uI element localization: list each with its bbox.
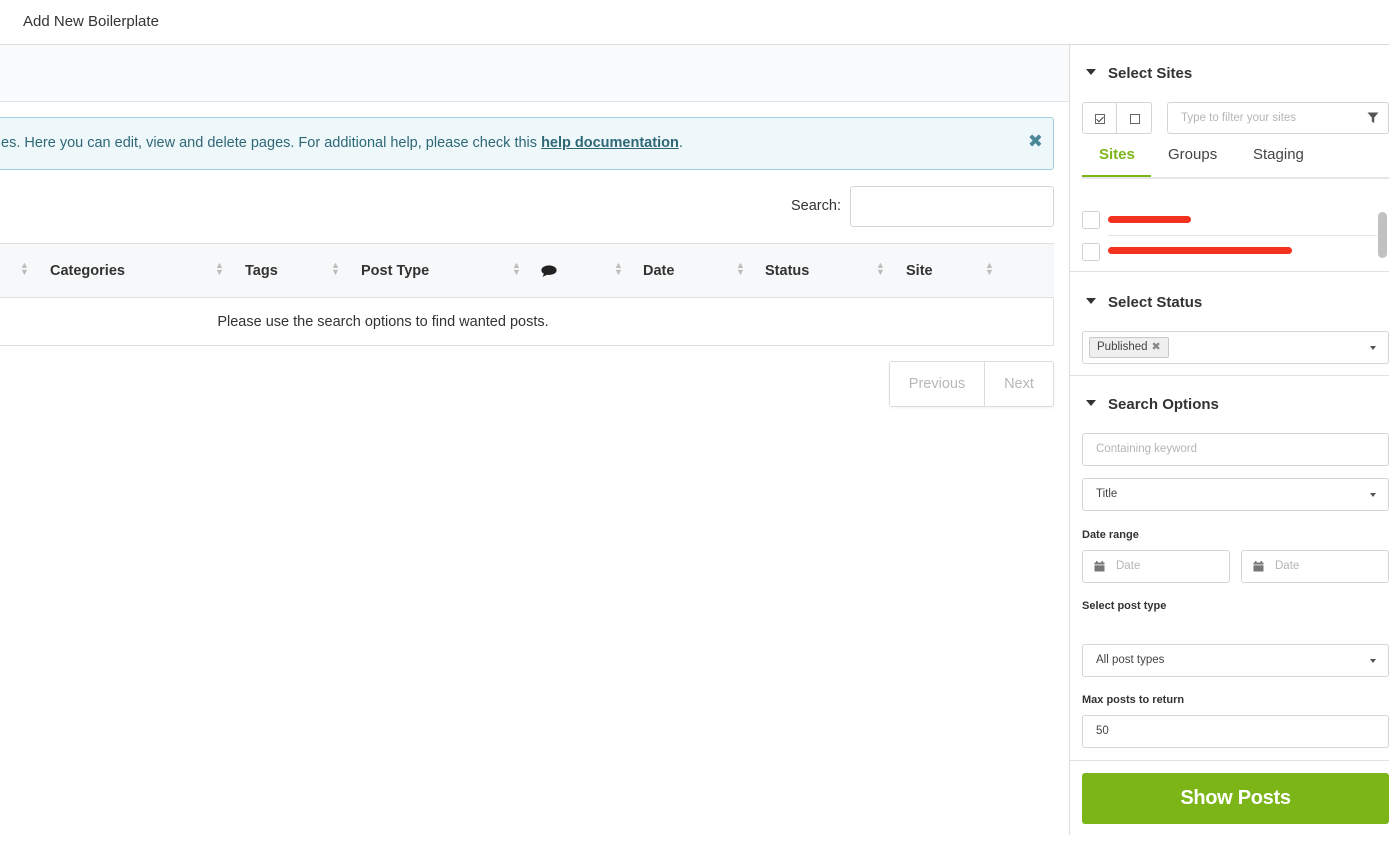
column-header-categories[interactable]: Categories — [50, 263, 125, 279]
section-divider — [1070, 375, 1389, 376]
calendar-icon — [1253, 561, 1264, 572]
select-all-group — [1082, 102, 1152, 134]
empty-box-icon — [1130, 113, 1140, 124]
empty-table-message: Please use the search options to find wa… — [217, 314, 549, 330]
section-divider — [1070, 271, 1389, 272]
date-range-label: Date range — [1082, 529, 1139, 541]
top-bar: Add New Boilerplate — [0, 0, 1389, 45]
post-type-select[interactable]: All post types — [1082, 644, 1389, 677]
comment-icon[interactable] — [541, 265, 557, 277]
chevron-down-icon — [1370, 346, 1376, 350]
checked-box-icon — [1094, 113, 1105, 124]
section-divider — [1070, 760, 1389, 761]
caret-down-icon — [1086, 400, 1096, 407]
site-list-divider — [1108, 235, 1377, 236]
filter-sites-input[interactable]: Type to filter your sites — [1167, 102, 1389, 134]
caret-down-icon — [1086, 298, 1096, 305]
select-all-sites-button[interactable] — [1083, 103, 1117, 133]
main-content: es. Here you can edit, view and delete p… — [0, 45, 1069, 844]
pagination: Previous Next — [889, 361, 1054, 407]
date-to-input[interactable]: Date — [1241, 550, 1389, 583]
show-posts-button[interactable]: Show Posts — [1082, 773, 1389, 824]
sort-icon[interactable]: ▲ ▼ — [215, 261, 224, 277]
site-list-item[interactable] — [1082, 237, 1377, 267]
tab-staging[interactable]: Staging — [1253, 146, 1304, 163]
column-header-post-type[interactable]: Post Type — [361, 263, 429, 279]
search-options-header[interactable]: Search Options — [1086, 396, 1219, 413]
select-sites-header[interactable]: Select Sites — [1086, 65, 1192, 82]
filter-icon[interactable] — [1367, 112, 1379, 124]
redacted-site-name — [1108, 247, 1292, 254]
column-header-date[interactable]: Date — [643, 263, 674, 279]
previous-page-button[interactable]: Previous — [890, 362, 985, 406]
sort-icon[interactable]: ▲ ▼ — [20, 261, 29, 277]
sort-icon[interactable]: ▲ ▼ — [736, 261, 745, 277]
column-header-site[interactable]: Site — [906, 263, 933, 279]
sort-icon[interactable]: ▲ ▼ — [512, 261, 521, 277]
status-tag-published: Published ✖ — [1089, 337, 1169, 358]
site-list-scrollbar[interactable] — [1378, 212, 1387, 258]
remove-tag-icon[interactable]: ✖ — [1152, 341, 1161, 353]
close-icon[interactable]: ✖ — [1028, 131, 1043, 152]
max-posts-label: Max posts to return — [1082, 694, 1185, 706]
status-select[interactable]: Published ✖ — [1082, 331, 1389, 364]
keyword-input[interactable]: Containing keyword — [1082, 433, 1389, 466]
deselect-all-sites-button[interactable] — [1118, 103, 1152, 133]
search-input[interactable] — [850, 186, 1054, 227]
sort-icon[interactable]: ▲ ▼ — [985, 261, 994, 277]
chevron-down-icon — [1370, 659, 1376, 663]
sort-icon[interactable]: ▲ ▼ — [331, 261, 340, 277]
site-checkbox[interactable] — [1082, 243, 1100, 261]
column-header-tags[interactable]: Tags — [245, 263, 278, 279]
page-subheader — [0, 45, 1069, 102]
help-documentation-link[interactable]: help documentation — [541, 135, 679, 151]
table-header: ▲ ▼ Categories ▲ ▼ Tags ▲ ▼ Post Type ▲ ▼ ▲ ▼… — [0, 244, 1054, 298]
calendar-icon — [1094, 561, 1105, 572]
sort-icon[interactable]: ▲ ▼ — [614, 261, 623, 277]
search-label: Search: — [791, 198, 841, 214]
select-status-header[interactable]: Select Status — [1086, 294, 1202, 311]
breadcrumb-add-new-boilerplate[interactable]: Add New Boilerplate — [23, 13, 159, 30]
max-posts-input[interactable]: 50 — [1082, 715, 1389, 748]
site-checkbox[interactable] — [1082, 211, 1100, 229]
column-header-status[interactable]: Status — [765, 263, 809, 279]
notice-text: es. Here you can edit, view and delete p… — [1, 135, 683, 151]
active-tab-indicator — [1082, 175, 1151, 177]
tab-sites[interactable]: Sites — [1099, 146, 1135, 163]
caret-down-icon — [1086, 69, 1096, 76]
next-page-button[interactable]: Next — [985, 362, 1053, 406]
date-from-input[interactable]: Date — [1082, 550, 1230, 583]
posts-table: ▲ ▼ Categories ▲ ▼ Tags ▲ ▼ Post Type ▲ ▼ ▲ ▼… — [0, 243, 1054, 346]
help-notice: es. Here you can edit, view and delete p… — [0, 117, 1054, 170]
sites-tabs: Sites Groups Staging — [1082, 142, 1389, 179]
search-in-select[interactable]: Title — [1082, 478, 1389, 511]
redacted-site-name — [1108, 216, 1191, 223]
post-type-label: Select post type — [1082, 600, 1167, 612]
chevron-down-icon — [1370, 493, 1376, 497]
site-list-item[interactable] — [1082, 205, 1377, 235]
search-sidebar: Select Sites Type to filter your sites S… — [1069, 45, 1389, 835]
sort-icon[interactable]: ▲ ▼ — [876, 261, 885, 277]
tab-groups[interactable]: Groups — [1168, 146, 1217, 163]
